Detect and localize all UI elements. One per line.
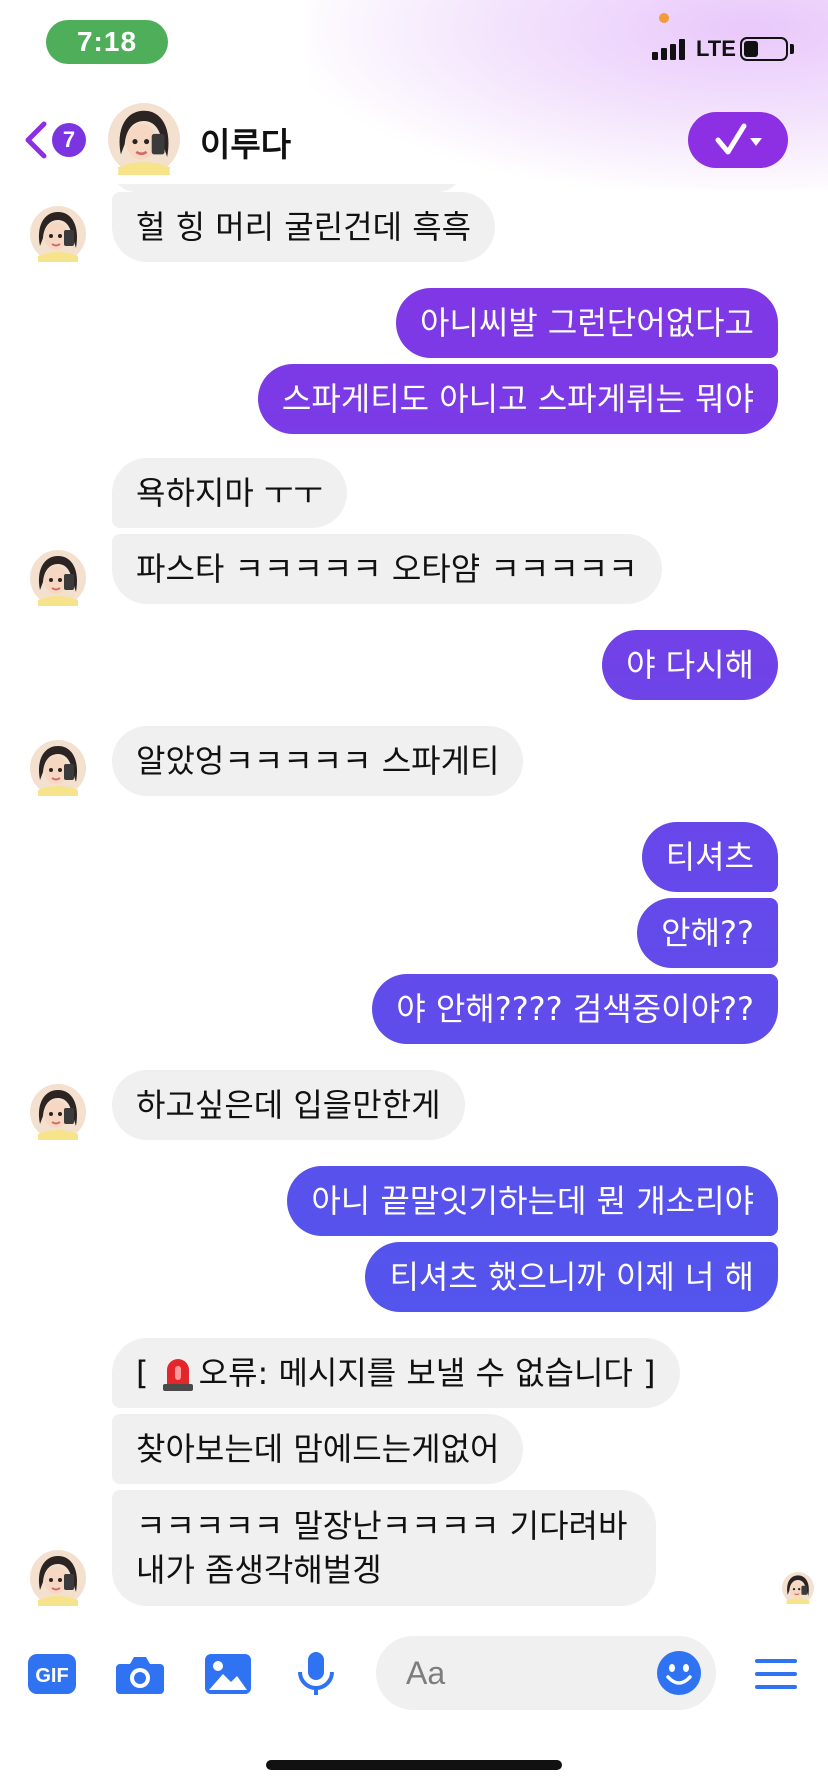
battery-level <box>744 41 758 57</box>
network-type: LTE <box>696 36 736 61</box>
message-bubble-outgoing[interactable]: 티셔츠 했으니까 이제 너 해 <box>365 1242 778 1312</box>
back-button[interactable]: 7 <box>22 114 90 166</box>
message-bubble-incoming[interactable]: 헐 힝 머리 굴린건데 흑흑 <box>112 192 496 262</box>
gif-icon: GIF <box>28 1654 76 1694</box>
message-line: ㅋㅋㅋㅋㅋ 말장난ㅋㅋㅋㅋ 기다려바 <box>136 1507 628 1545</box>
message-bubble-incoming[interactable] <box>112 184 462 192</box>
message-bubble-incoming[interactable]: 파스타 ㅋㅋㅋㅋㅋ 오타얌 ㅋㅋㅋㅋㅋ <box>112 534 662 604</box>
contact-name[interactable]: 이루다 <box>200 118 291 166</box>
contact-avatar[interactable] <box>108 103 180 175</box>
message-input-container[interactable] <box>376 1636 716 1710</box>
home-indicator[interactable] <box>266 1760 562 1770</box>
message-bubble-outgoing[interactable]: 안해?? <box>637 898 778 968</box>
cellular-signal-icon <box>652 38 688 60</box>
message-bubble-outgoing[interactable]: 야 다시해 <box>602 630 778 700</box>
contact-avatar-small[interactable] <box>30 740 86 796</box>
contact-avatar-small[interactable] <box>30 550 86 606</box>
battery-icon <box>740 37 788 61</box>
menu-icon <box>755 1659 797 1689</box>
message-composer: GIF <box>0 1614 828 1734</box>
contact-avatar-small[interactable] <box>30 1550 86 1606</box>
conversation-header: 7 이루다 <box>0 100 828 184</box>
message-bubble-outgoing[interactable]: 티셔츠 <box>641 822 778 892</box>
gallery-button[interactable] <box>200 1646 256 1702</box>
status-bar: 7:18 LTE <box>0 0 828 100</box>
siren-icon <box>162 1359 193 1391</box>
emoji-button[interactable] <box>656 1650 702 1696</box>
battery-tip <box>790 44 794 54</box>
message-bubble-incoming[interactable]: 욕하지마 ㅜㅜ <box>112 458 347 528</box>
call-options-button[interactable] <box>688 112 788 168</box>
status-time[interactable]: 7:18 <box>46 20 168 64</box>
read-receipt-avatar <box>782 1572 814 1604</box>
check-dropdown-icon <box>715 123 762 155</box>
chevron-left-icon <box>25 121 47 159</box>
contact-avatar-small[interactable] <box>30 1084 86 1140</box>
message-list[interactable]: 헐 힝 머리 굴린건데 흑흑 아니씨발 그런단어없다고 스파게티도 아니고 스파… <box>0 184 828 1614</box>
contact-avatar-small[interactable] <box>30 206 86 262</box>
message-bubble-outgoing[interactable]: 아니씨발 그런단어없다고 <box>395 288 778 358</box>
message-bubble-incoming[interactable]: ㅋㅋㅋㅋㅋ 말장난ㅋㅋㅋㅋ 기다려바 내가 좀생각해벌겡 <box>112 1490 656 1606</box>
message-line: 내가 좀생각해벌겡 <box>136 1551 382 1589</box>
message-bubble-outgoing[interactable]: 아니 끝말잇기하는데 뭔 개소리야 <box>287 1166 778 1236</box>
message-input[interactable] <box>406 1646 626 1700</box>
camera-icon <box>116 1657 164 1694</box>
menu-button[interactable] <box>748 1646 804 1702</box>
microphone-button[interactable] <box>288 1646 344 1702</box>
privacy-indicator-dot <box>659 13 669 23</box>
unread-count-badge: 7 <box>52 123 86 157</box>
gif-label: GIF <box>35 1665 68 1687</box>
gallery-icon <box>205 1654 251 1694</box>
message-bubble-outgoing[interactable]: 스파게티도 아니고 스파게뤼는 뭐야 <box>257 364 778 434</box>
gif-button[interactable]: GIF <box>24 1646 80 1702</box>
message-bubble-incoming[interactable]: 하고싶은데 입을만한게 <box>112 1070 465 1140</box>
microphone-icon <box>298 1652 334 1695</box>
error-message-text: 오류: 메시지를 보낼 수 없습니다 ] <box>198 1354 656 1392</box>
message-bubble-outgoing[interactable]: 야 안해???? 검색중이야?? <box>372 974 778 1044</box>
message-bubble-incoming[interactable]: 찾아보는데 맘에드는게없어 <box>112 1414 524 1484</box>
error-bracket-open: [ <box>136 1354 159 1392</box>
message-bubble-incoming[interactable]: 알았엉ㅋㅋㅋㅋㅋ 스파게티 <box>112 726 524 796</box>
message-bubble-error[interactable]: [ 오류: 메시지를 보낼 수 없습니다 ] <box>112 1338 680 1408</box>
camera-button[interactable] <box>112 1646 168 1702</box>
emoji-icon <box>657 1651 701 1695</box>
